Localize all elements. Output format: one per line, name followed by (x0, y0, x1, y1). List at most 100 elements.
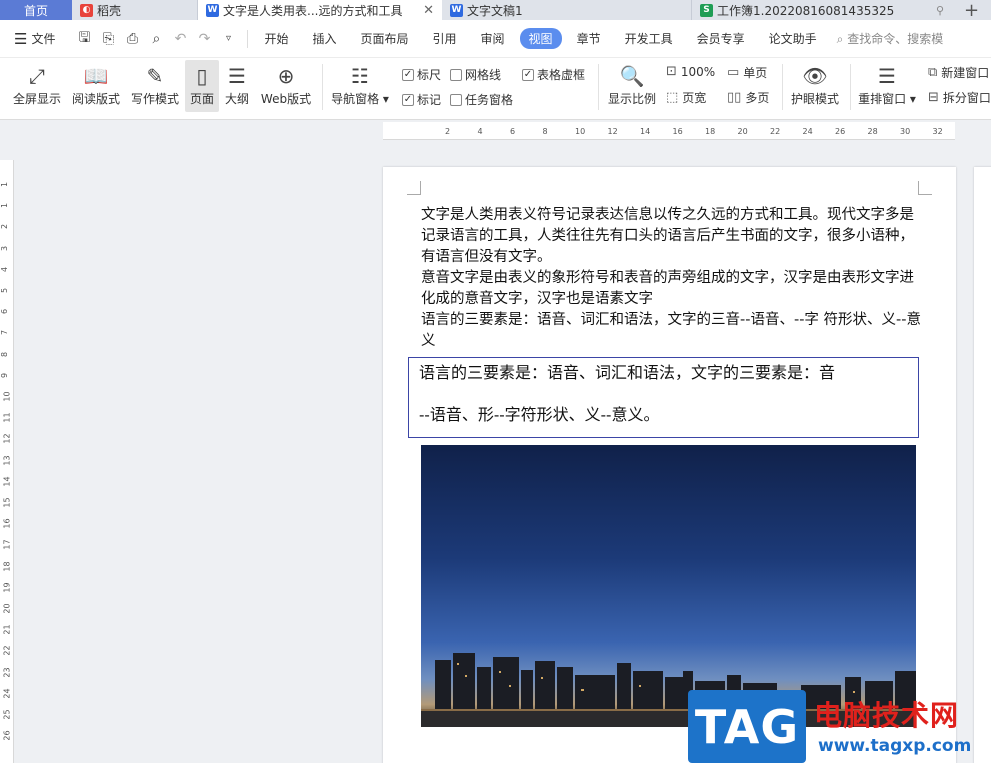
ruler-tick-label: 16 (2, 518, 12, 529)
paragraph[interactable]: 文字是人类用表义符号记录表达信息以传之久远的方式和工具。现代文字多是记录语言的工… (421, 205, 921, 268)
ruler-tick-label: 25 (2, 709, 12, 720)
ruler-tick-label: 13 (2, 455, 12, 466)
split-window-button[interactable]: ⊟ 拆分窗口 (928, 89, 991, 106)
multi-page-button[interactable]: ▯▯ 多页 (727, 89, 769, 106)
paragraph[interactable]: 语言的三要素是：语音、词汇和语法，文字的三音--语音、--字 符形状、义--意义 (421, 310, 921, 352)
new-window-label: 新建窗口 (941, 66, 990, 80)
page-width-button[interactable]: ⬚ 页宽 (666, 89, 706, 106)
ruler-tick-label: 14 (640, 127, 651, 136)
split-window-icon: ⊟ (928, 90, 939, 105)
text-box-line: 语言的三要素是：语音、词汇和语法，文字的三要素是：音 (419, 363, 836, 382)
menu-view[interactable]: 视图 (519, 28, 562, 49)
text-box[interactable]: 语言的三要素是：语音、词汇和语法，文字的三要素是：音 --语音、形--字符形状、… (408, 357, 919, 438)
ruler-tick-label: 12 (2, 433, 12, 444)
document-body[interactable]: 文字是人类用表义符号记录表达信息以传之久远的方式和工具。现代文字多是记录语言的工… (421, 205, 921, 352)
pin-icon[interactable]: ⚲ (936, 4, 944, 17)
export-pdf-icon[interactable]: ⎘ (99, 31, 117, 47)
night-skyline-image[interactable] (421, 445, 916, 727)
fullscreen-icon: ⤢ (29, 64, 45, 88)
ruler-tick-label: 24 (2, 688, 12, 699)
ribbon-separator (782, 64, 783, 110)
web-layout-label: Web版式 (260, 92, 312, 106)
ruler-tick-label: 26 (835, 127, 846, 136)
rearrange-windows-button[interactable]: ☰ 重排窗口 ▾ (857, 60, 917, 112)
vertical-ruler[interactable]: 1 1 2 3 4 5 6 7 8 9 10 11 12 13 14 15 16 17 18 19 20 21 22 23 24… (0, 160, 14, 763)
reading-layout-label: 阅读版式 (71, 92, 120, 106)
menu-chapter[interactable]: 章节 (565, 28, 613, 49)
save-icon[interactable]: 🖫 (75, 27, 93, 51)
ruler-checkbox[interactable]: ✓ 标尺 (402, 66, 441, 83)
tab-daoke[interactable]: ◐ 稻壳 (72, 0, 198, 20)
redo-icon[interactable]: ↷ (195, 31, 213, 47)
tab-document-active[interactable]: W 文字是人类用表...远的方式和工具 ✕ (198, 0, 442, 20)
writing-mode-button[interactable]: ✎ 写作模式 (128, 60, 182, 112)
new-tab-button[interactable]: + (952, 0, 991, 20)
menu-member[interactable]: 会员专享 (685, 28, 757, 49)
single-page-button[interactable]: ▭ 单页 (727, 64, 767, 81)
task-pane-checkbox[interactable]: 任务窗格 (450, 91, 513, 108)
menu-start[interactable]: 开始 (252, 28, 300, 49)
ruler-tick-label: 6 (0, 309, 10, 315)
ruler-tick-label: 12 (607, 127, 618, 136)
document-page[interactable]: 文字是人类用表义符号记录表达信息以传之久远的方式和工具。现代文字多是记录语言的工… (383, 167, 956, 763)
customize-dropdown-icon[interactable]: ▿ (219, 33, 237, 44)
zoom-button[interactable]: 🔍 显示比例 (606, 60, 658, 112)
book-icon: 📖 (83, 64, 109, 88)
undo-icon[interactable]: ↶ (171, 31, 189, 47)
command-search[interactable]: ⌕ 查找命令、搜索模 (837, 30, 944, 47)
ruler-tick-label: 2 (445, 127, 451, 136)
table-grid-checkbox[interactable]: ✓ 表格虚框 (522, 66, 585, 83)
tab-spreadsheet[interactable]: S 工作簿1.20220816081435325 ⚲ (692, 0, 952, 20)
split-window-label: 拆分窗口 (942, 91, 991, 105)
menu-page-layout[interactable]: 页面布局 (349, 28, 421, 49)
tag-logo: TAG (688, 690, 806, 763)
page-layout-button[interactable]: ▯ 页面 (185, 60, 219, 112)
zoom-100-button[interactable]: ⊡ 100% (666, 64, 715, 79)
outline-button[interactable]: ☰ 大纲 (222, 60, 252, 112)
tab-document-2[interactable]: W 文字文稿1 (442, 0, 692, 20)
close-tab-icon[interactable]: ✕ (423, 3, 434, 18)
print-preview-icon[interactable]: ⌕ (147, 31, 165, 47)
next-page-edge (974, 167, 991, 763)
outline-icon: ☰ (228, 64, 246, 88)
marks-checkbox[interactable]: ✓ 标记 (402, 91, 441, 108)
menu-paper-assistant[interactable]: 论文助手 (757, 28, 829, 49)
multi-page-label: 多页 (745, 91, 770, 105)
print-icon[interactable]: ⎙ (123, 31, 141, 47)
ruler-tick-label: 26 (2, 730, 12, 741)
ruler-tick-label: 30 (900, 127, 911, 136)
table-grid-label: 表格虚框 (537, 68, 586, 82)
quick-access-toolbar: 🖫 ⎘ ⎙ ⌕ ↶ ↷ ▿ (69, 27, 243, 51)
writing-mode-label: 写作模式 (130, 92, 179, 106)
tab-home[interactable]: 首页 (0, 0, 72, 20)
page-layout-label: 页面 (189, 92, 214, 106)
page-width-icon: ⬚ (666, 90, 679, 105)
reading-layout-button[interactable]: 📖 阅读版式 (70, 60, 122, 112)
menu-review[interactable]: 审阅 (469, 28, 517, 49)
eye-mode-label: 护眼模式 (790, 92, 839, 106)
document-workspace[interactable]: 2 4 6 8 10 12 14 16 18 20 22 24 26 28 30 32 11234567891… (0, 120, 991, 763)
menu-insert[interactable]: 插入 (300, 28, 348, 49)
command-search-placeholder: 查找命令、搜索模 (847, 32, 944, 46)
fullscreen-button[interactable]: ⤢ 全屏显示 (8, 60, 66, 112)
file-menu[interactable]: ☰ 文件 (0, 30, 69, 48)
ruler-tick-label: 9 (0, 372, 10, 378)
web-layout-button[interactable]: ⊕ Web版式 (258, 60, 314, 112)
tab-spreadsheet-label: 工作簿1.20220816081435325 (717, 3, 895, 18)
nav-pane-button[interactable]: ☷ 导航窗格 ▾ (330, 60, 390, 112)
new-window-button[interactable]: ⧉ 新建窗口 (928, 64, 989, 81)
spreadsheet-icon: S (700, 3, 713, 17)
ruler-tick-label: 24 (802, 127, 813, 136)
horizontal-ruler[interactable]: 2 4 6 8 10 12 14 16 18 20 22 24 26 28 30 32 (383, 122, 955, 140)
gridlines-checkbox[interactable]: 网格线 (450, 66, 501, 83)
paragraph[interactable]: 意音文字是由表义的象形符号和表音的声旁组成的文字，汉字是由表形文字进化成的意音文… (421, 268, 921, 310)
menu-developer[interactable]: 开发工具 (613, 28, 685, 49)
ruler-tick-label: 20 (2, 603, 12, 614)
eye-mode-button[interactable]: 👁 护眼模式 (788, 60, 842, 112)
margin-corner-mark (407, 181, 421, 195)
watermark-url: www.tagxp.com (818, 736, 972, 756)
text-box-line: --语音、形--字符形状、义--意义。 (419, 405, 660, 424)
menu-references[interactable]: 引用 (421, 28, 469, 49)
ruler-tick-label: 28 (867, 127, 878, 136)
tab-document-2-label: 文字文稿1 (467, 3, 523, 18)
